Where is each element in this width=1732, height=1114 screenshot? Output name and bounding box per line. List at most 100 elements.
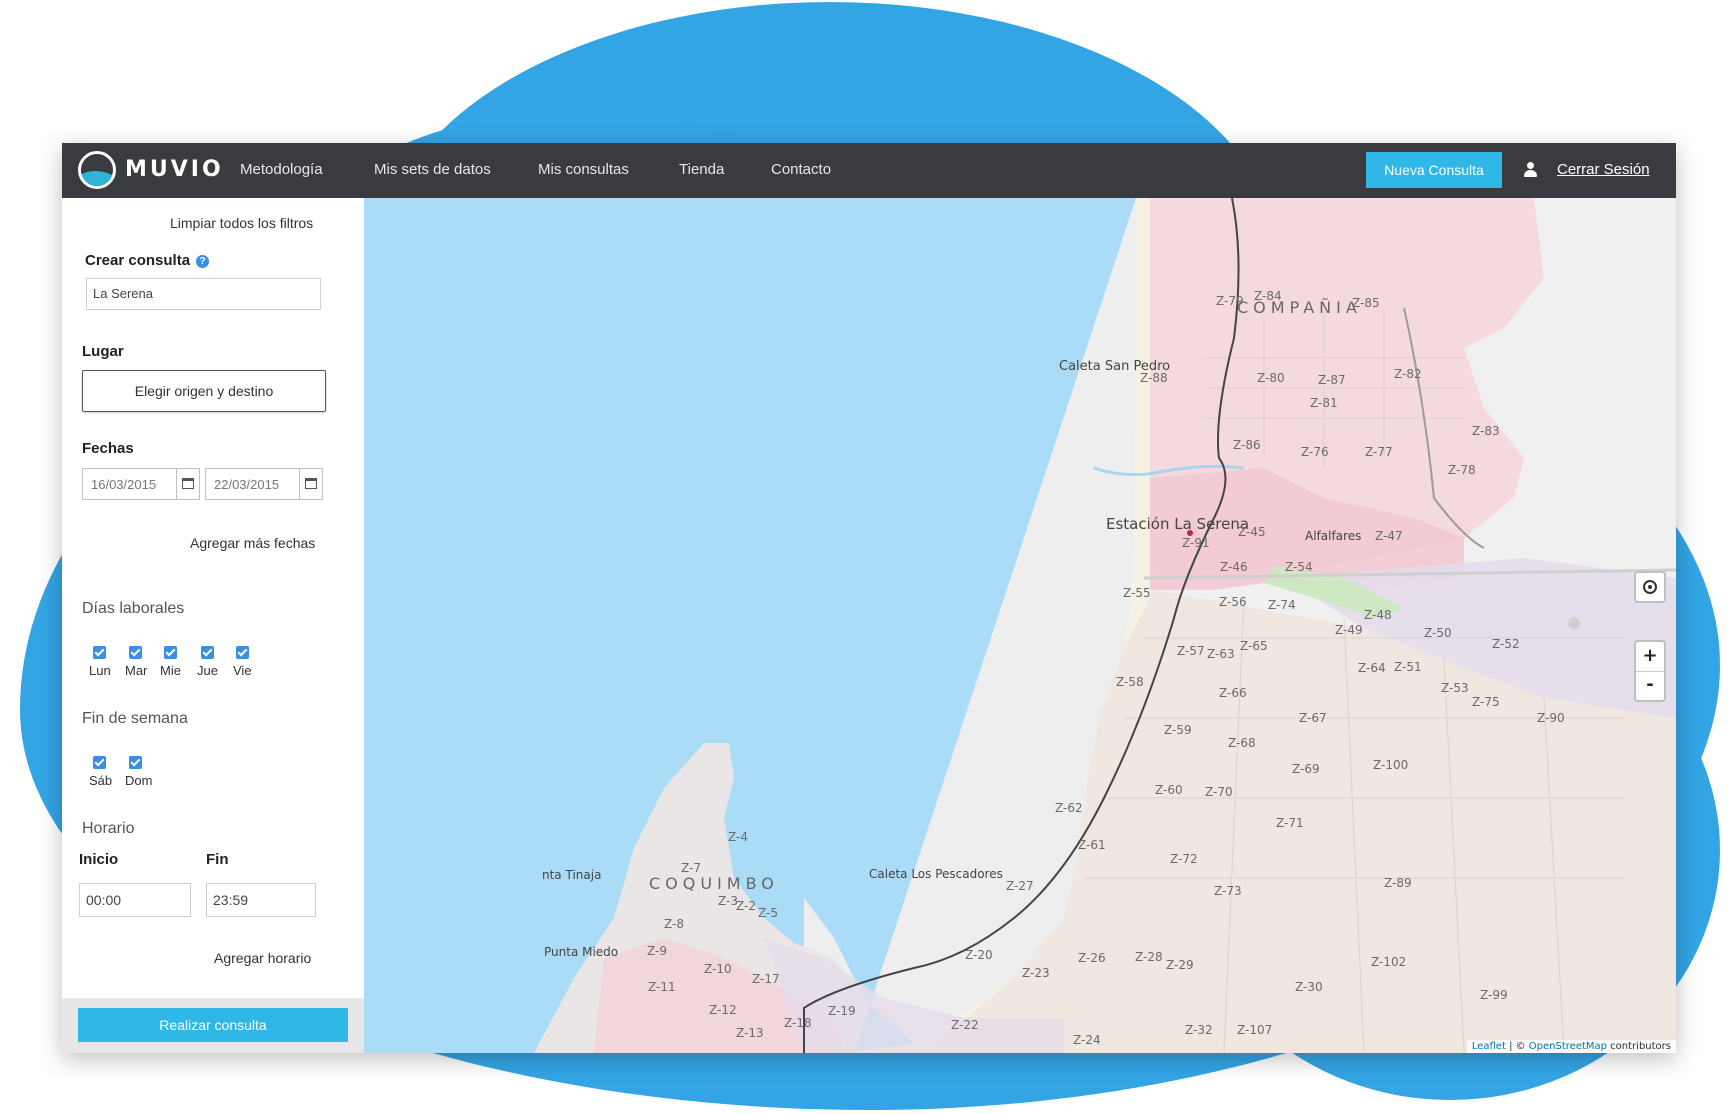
weekend-label: Fin de semana: [82, 710, 188, 727]
checkbox-mar[interactable]: [129, 646, 142, 659]
zone-label: Z-67: [1299, 711, 1327, 725]
checkbox-dom[interactable]: [129, 756, 142, 769]
checkbox-label-dom: Dom: [125, 773, 153, 788]
checkbox-label-mar: Mar: [125, 663, 148, 678]
zone-label: Z-90: [1537, 711, 1565, 725]
start-time-input[interactable]: 00:00: [79, 883, 191, 917]
schedule-label: Horario: [82, 820, 135, 837]
calendar-icon[interactable]: [299, 469, 322, 499]
date-end-field[interactable]: 22/03/2015: [205, 468, 323, 500]
checkbox-lun[interactable]: [93, 646, 106, 659]
place-label: Lugar: [82, 343, 124, 360]
zone-label: Z-32: [1185, 1023, 1213, 1037]
checkbox-mie[interactable]: [164, 646, 177, 659]
realizar-consulta-button[interactable]: Realizar consulta: [78, 1008, 348, 1042]
zone-label: Z-18: [784, 1016, 812, 1030]
zoom-in-button[interactable]: +: [1636, 642, 1664, 670]
weekdays-label: Días laborales: [82, 600, 185, 617]
zone-label: Z-82: [1394, 367, 1422, 381]
clear-filters-link[interactable]: Limpiar todos los filtros: [170, 215, 313, 231]
zone-label: Z-56: [1219, 595, 1247, 609]
zone-label: Z-86: [1233, 438, 1261, 452]
start-time-label: Inicio: [79, 851, 119, 868]
help-icon[interactable]: ?: [196, 255, 210, 268]
create-query-label: Crear consulta: [85, 252, 191, 269]
checkbox-vie[interactable]: [236, 646, 249, 659]
zone-label: Z-5: [758, 906, 778, 920]
zone-label: Z-78: [1448, 463, 1476, 477]
checkbox-label-lun: Lun: [89, 663, 111, 678]
calendar-icon[interactable]: [176, 469, 199, 499]
zone-label: Z-79: [1216, 294, 1244, 308]
locate-button[interactable]: [1634, 571, 1666, 603]
zone-label: Z-23: [1022, 966, 1050, 980]
zone-label: Z-65: [1240, 639, 1268, 653]
map-attribution: Leaflet | © OpenStreetMap contributors: [1466, 1040, 1676, 1053]
zone-label: Z-91: [1182, 536, 1210, 550]
place-label: Estación La Serena: [1106, 515, 1250, 533]
nueva-consulta-button[interactable]: Nueva Consulta: [1366, 152, 1502, 188]
zone-label: Z-8: [664, 917, 684, 931]
checkbox-label-vie: Vie: [233, 663, 252, 678]
choose-origin-destination-button[interactable]: Elegir origen y destino: [82, 370, 326, 412]
end-time-input[interactable]: 23:59: [206, 883, 316, 917]
checkbox-sab[interactable]: [93, 756, 106, 769]
zone-label: Z-30: [1295, 980, 1323, 994]
zone-label: Z-4: [728, 830, 748, 844]
create-query-heading: Crear consulta?: [85, 252, 210, 269]
user-icon: [1524, 162, 1537, 178]
add-dates-link[interactable]: Agregar más fechas: [190, 535, 315, 551]
end-time-label: Fin: [206, 851, 229, 868]
zoom-out-button[interactable]: -: [1636, 671, 1664, 699]
checkbox-jue[interactable]: [201, 646, 214, 659]
nav-metodologia[interactable]: Metodología: [240, 161, 323, 178]
zone-label: Z-11: [648, 980, 676, 994]
navbar: MUVIO Metodología Mis sets de datos Mis …: [62, 143, 1676, 198]
attribution-contributors: contributors: [1607, 1041, 1671, 1052]
osm-link[interactable]: OpenStreetMap: [1529, 1041, 1607, 1052]
add-schedule-link[interactable]: Agregar horario: [214, 950, 311, 966]
zone-label: Z-45: [1238, 525, 1266, 539]
zone-label: Z-50: [1424, 626, 1452, 640]
zone-label: Z-80: [1257, 371, 1285, 385]
zone-label: Z-100: [1373, 758, 1409, 772]
city-label: COQUIMBO: [649, 874, 779, 893]
nav-mis-sets-de-datos[interactable]: Mis sets de datos: [374, 161, 491, 178]
date-end-value: 22/03/2015: [214, 477, 280, 492]
attribution-separator: | ©: [1505, 1041, 1529, 1052]
logout-link[interactable]: Cerrar Sesión: [1557, 161, 1650, 178]
leaflet-link[interactable]: Leaflet: [1472, 1041, 1506, 1052]
zone-label: Z-77: [1365, 445, 1393, 459]
checkbox-label-jue: Jue: [197, 663, 218, 678]
zone-label: Z-76: [1301, 445, 1329, 459]
zone-label: Z-71: [1276, 816, 1304, 830]
zone-label: Z-2: [736, 899, 756, 913]
brand-name[interactable]: MUVIO: [125, 157, 224, 182]
zone-label: Z-47: [1375, 529, 1403, 543]
zone-label: Z-69: [1292, 762, 1320, 776]
zone-label: Z-61: [1078, 838, 1106, 852]
place-label: nta Tinaja: [542, 868, 602, 882]
zone-label: Z-73: [1214, 884, 1242, 898]
zone-label: Z-22: [951, 1018, 979, 1032]
zone-label: Z-51: [1394, 660, 1422, 674]
nav-mis-consultas[interactable]: Mis consultas: [538, 161, 629, 178]
zone-label: Z-85: [1352, 296, 1380, 310]
zone-label: Z-62: [1055, 801, 1083, 815]
place-label: Caleta Los Pescadores: [869, 867, 1003, 881]
zone-label: Z-29: [1166, 958, 1194, 972]
muvio-logo-icon[interactable]: [78, 151, 116, 189]
date-start-field[interactable]: 16/03/2015: [82, 468, 200, 500]
zone-label: Z-9: [647, 944, 667, 958]
place-label: Punta Miedo: [544, 945, 619, 959]
dates-label: Fechas: [82, 440, 134, 457]
zone-label: Z-54: [1285, 560, 1313, 574]
nav-contacto[interactable]: Contacto: [771, 161, 831, 178]
map-view[interactable]: COMPAÑIA COQUIMBO Caleta San Pedro Estac…: [364, 198, 1676, 1053]
zone-label: Z-58: [1116, 675, 1144, 689]
zone-label: Z-81: [1310, 396, 1338, 410]
zone-label: Z-60: [1155, 783, 1183, 797]
zoom-control: + -: [1634, 640, 1666, 702]
query-name-input[interactable]: La Serena: [86, 278, 321, 310]
nav-tienda[interactable]: Tienda: [679, 161, 724, 178]
